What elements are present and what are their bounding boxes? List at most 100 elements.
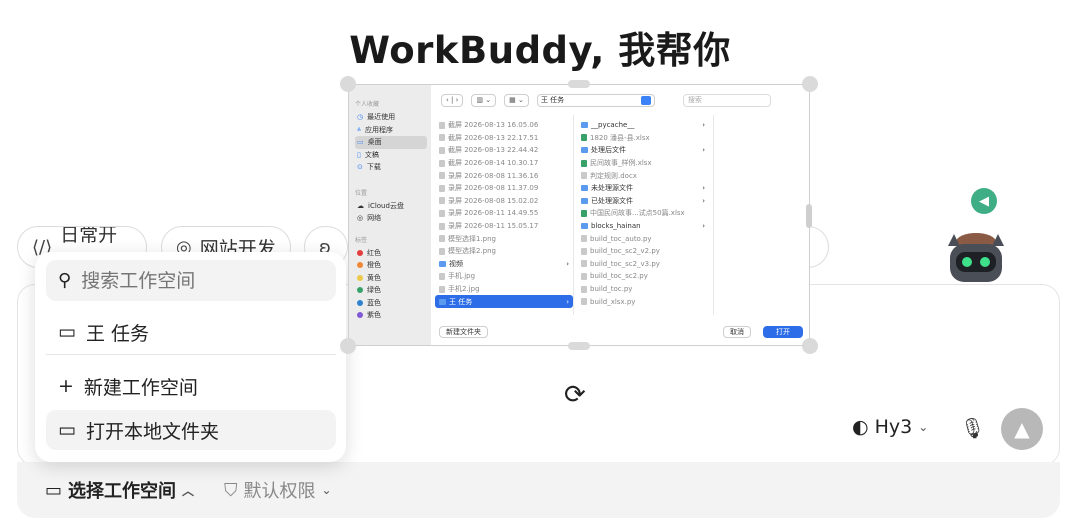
workspace-item[interactable]: ▭ 王 任务 bbox=[46, 312, 336, 352]
sidebar-tag[interactable]: 紫色 bbox=[355, 309, 431, 322]
file-row[interactable]: build_toc_sc2.py bbox=[577, 270, 709, 283]
file-row[interactable]: 未处理源文件 › bbox=[577, 182, 709, 195]
new-folder-button[interactable]: 新建文件夹 bbox=[439, 326, 488, 338]
file-row[interactable]: 中国民间故事...试点50篇.xlsx bbox=[577, 207, 709, 220]
file-row[interactable]: build_toc_sc2_v3.py bbox=[577, 258, 709, 271]
chevron-down-icon: ⌄ bbox=[321, 483, 332, 497]
file-row[interactable]: build_toc_auto.py bbox=[577, 232, 709, 245]
file-row[interactable]: 1820 潘县-县.xlsx bbox=[577, 132, 709, 145]
sidebar-tag[interactable]: 蓝色 bbox=[355, 297, 431, 310]
workspace-dropdown: ⚲ ▭ 王 任务 + 新建工作空间 ▭ 打开本地文件夹 bbox=[35, 252, 346, 462]
resize-handle[interactable] bbox=[340, 76, 356, 92]
file-row[interactable]: 判定规则.docx bbox=[577, 169, 709, 182]
open-local-folder-item[interactable]: ▭ 打开本地文件夹 bbox=[46, 410, 336, 450]
sidebar-item[interactable]: ▭ 桌面 bbox=[355, 136, 427, 149]
file-icon bbox=[581, 285, 587, 293]
file-row[interactable]: 民间故事_样例.xlsx bbox=[577, 157, 709, 170]
file-row[interactable]: 截屏 2026-08-13 22.17.51 bbox=[435, 132, 573, 145]
view-mode-button[interactable]: ▥ ⌄ bbox=[471, 93, 497, 107]
file-icon bbox=[439, 172, 445, 180]
microphone-icon[interactable]: 🎙︎ bbox=[960, 416, 985, 440]
new-workspace-item[interactable]: + 新建工作空间 bbox=[46, 366, 336, 406]
clock-icon: ◷ bbox=[357, 113, 364, 122]
workspace-search[interactable]: ⚲ bbox=[46, 260, 336, 301]
sidebar-item[interactable]: ⊙ 下载 bbox=[355, 161, 431, 174]
file-row[interactable]: 已处理源文件 › bbox=[577, 195, 709, 208]
sidebar-tag[interactable]: 橙色 bbox=[355, 259, 431, 272]
file-name: 已处理源文件 bbox=[591, 196, 633, 205]
file-row[interactable]: 录屏 2026-08-11 14.49.55 bbox=[435, 207, 573, 220]
file-name: 王 任务 bbox=[449, 297, 473, 306]
folder-icon bbox=[581, 185, 588, 192]
file-name: 手机2.jpg bbox=[448, 285, 480, 294]
select-workspace-button[interactable]: ▭ 选择工作空间 ︿ bbox=[45, 477, 194, 503]
sidebar-tag[interactable]: 黄色 bbox=[355, 272, 431, 285]
grid-view-button[interactable]: ▦ ⌄ bbox=[504, 93, 529, 107]
file-icon bbox=[581, 247, 587, 255]
tag-dot-icon bbox=[357, 299, 363, 306]
file-name: build_toc.py bbox=[590, 285, 633, 294]
workspace-search-input[interactable] bbox=[81, 269, 302, 292]
file-row[interactable]: __pycache__ › bbox=[577, 119, 709, 132]
tag-dot-icon bbox=[357, 262, 363, 269]
file-row[interactable]: 截屏 2026-08-13 22.44.42 bbox=[435, 144, 573, 157]
file-row[interactable]: 处理后文件 › bbox=[577, 144, 709, 157]
file-name: 截屏 2026-08-14 10.30.17 bbox=[448, 159, 539, 168]
sidebar-item[interactable]: ⩓ 应用程序 bbox=[355, 124, 431, 137]
resize-handle[interactable] bbox=[802, 338, 818, 354]
file-row[interactable]: 录屏 2026-08-11 15.05.17 bbox=[435, 220, 573, 233]
path-selector[interactable]: 王 任务 bbox=[536, 93, 655, 107]
permission-button[interactable]: ⛉ 默认权限 ⌄ bbox=[224, 477, 332, 503]
file-row[interactable]: 截屏 2026-08-13 16.05.06 bbox=[435, 119, 573, 132]
file-row[interactable]: 手机.jpg bbox=[435, 270, 573, 283]
sidebar-item[interactable]: ☁ iCloud云盘 bbox=[355, 200, 431, 213]
file-name: 模型选择1.png bbox=[448, 234, 497, 243]
file-row[interactable]: blocks_hainan › bbox=[577, 220, 709, 233]
scrollbar-thumb[interactable] bbox=[806, 204, 812, 228]
open-button[interactable]: 打开 bbox=[763, 326, 803, 338]
download-icon: ⊙ bbox=[357, 163, 363, 172]
file-row[interactable]: 录屏 2026-08-08 11.37.09 bbox=[435, 182, 573, 195]
file-row[interactable]: build_toc.py bbox=[577, 283, 709, 296]
desktop-icon: ▭ bbox=[357, 138, 364, 147]
resize-handle[interactable] bbox=[802, 76, 818, 92]
send-button[interactable]: ▲ bbox=[1001, 408, 1043, 450]
file-row[interactable]: build_toc_sc2_v2.py bbox=[577, 245, 709, 258]
speaker-icon[interactable]: ◀ bbox=[971, 188, 997, 214]
dialog-search-input[interactable]: 搜索 bbox=[682, 93, 771, 107]
file-row[interactable]: 录屏 2026-08-08 15.02.02 bbox=[435, 195, 573, 208]
file-row[interactable]: 录屏 2026-08-08 11.36.16 bbox=[435, 169, 573, 182]
model-selector[interactable]: ◐ Hy3 ⌄ bbox=[852, 416, 928, 438]
sidebar-item[interactable]: ▯ 文稿 bbox=[355, 149, 431, 162]
file-name: 录屏 2026-08-11 14.49.55 bbox=[448, 209, 539, 218]
cancel-button[interactable]: 取消 bbox=[723, 326, 751, 338]
sidebar-tag[interactable]: 红色 bbox=[355, 247, 431, 260]
file-row[interactable]: 模型选择2.png bbox=[435, 245, 573, 258]
file-name: build_toc_sc2_v2.py bbox=[590, 247, 660, 256]
file-row[interactable]: 手机2.jpg bbox=[435, 283, 573, 296]
resize-handle[interactable] bbox=[340, 338, 356, 354]
sidebar-tag[interactable]: 绿色 bbox=[355, 284, 431, 297]
file-name: build_toc_sc2.py bbox=[590, 272, 648, 281]
file-icon bbox=[581, 298, 587, 306]
arrow-up-icon: ▲ bbox=[1014, 417, 1030, 441]
new-workspace-label: 新建工作空间 bbox=[83, 376, 198, 399]
file-icon bbox=[439, 146, 445, 154]
file-icon bbox=[581, 209, 587, 217]
sidebar-item[interactable]: ◎ 网络 bbox=[355, 212, 431, 225]
resize-handle[interactable] bbox=[568, 342, 590, 350]
file-row[interactable]: 王 任务 › bbox=[435, 295, 573, 308]
file-row[interactable]: 视频 › bbox=[435, 258, 573, 271]
back-forward-button[interactable]: ‹ | › bbox=[441, 93, 464, 107]
sidebar-item[interactable]: ◷ 最近使用 bbox=[355, 111, 431, 124]
file-name: build_xlsx.py bbox=[590, 297, 636, 306]
file-name: 民间故事_样例.xlsx bbox=[590, 159, 652, 168]
file-row[interactable]: 模型选择1.png bbox=[435, 232, 573, 245]
file-name: 录屏 2026-08-08 15.02.02 bbox=[448, 196, 539, 205]
bottom-bar: ▭ 选择工作空间 ︿ ⛉ 默认权限 ⌄ bbox=[17, 462, 1060, 518]
file-row[interactable]: 截屏 2026-08-14 10.30.17 bbox=[435, 157, 573, 170]
refresh-icon[interactable]: ⟳ bbox=[564, 380, 586, 410]
resize-handle[interactable] bbox=[568, 80, 590, 88]
file-row[interactable]: build_xlsx.py bbox=[577, 295, 709, 308]
file-icon bbox=[581, 235, 587, 243]
